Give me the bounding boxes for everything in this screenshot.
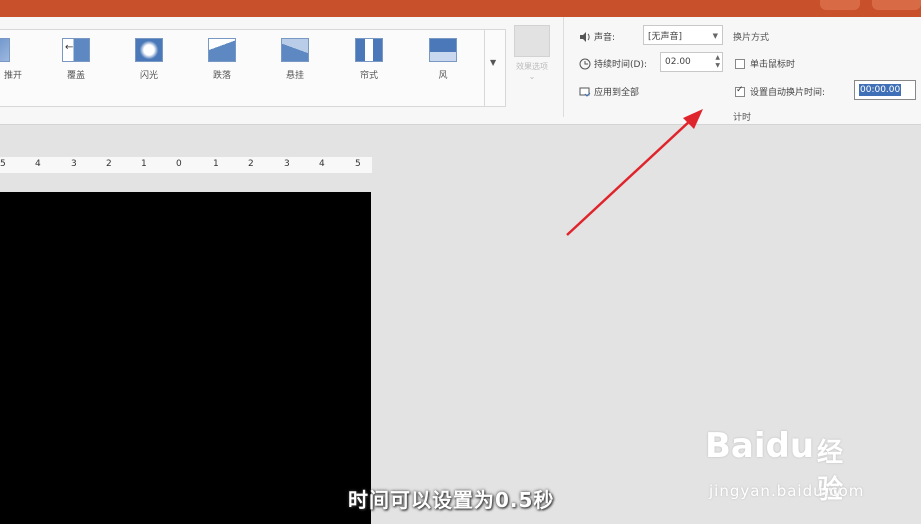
baidu-logo-text: Baidu [705, 426, 815, 466]
watermark-url: jingyan.baidu.com [709, 482, 865, 500]
baidu-watermark: Baidu 经验 jingyan.baidu.com [705, 426, 863, 505]
video-subtitle: 时间可以设置为0.5秒 [348, 488, 555, 512]
